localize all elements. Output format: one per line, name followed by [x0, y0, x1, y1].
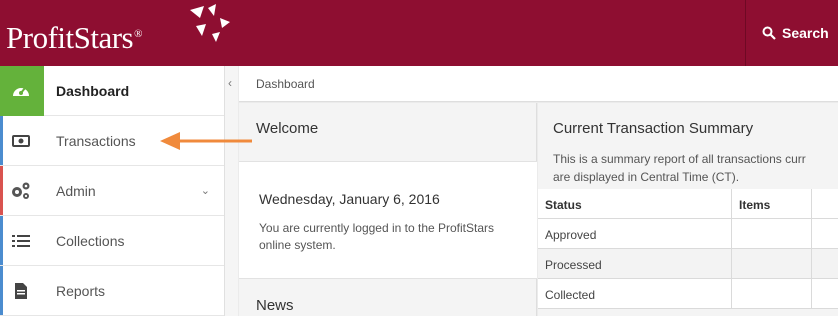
current-date: Wednesday, January 6, 2016: [259, 191, 440, 207]
cell: [812, 249, 838, 278]
column-header-items[interactable]: Items: [732, 189, 812, 218]
news-title: News: [256, 297, 294, 314]
summary-description: This is a summary report of all transact…: [553, 150, 838, 186]
dashboard-gauge-icon: [10, 80, 32, 102]
sidebar-item-dashboard[interactable]: Dashboard: [0, 66, 224, 116]
items-cell: [732, 279, 812, 308]
welcome-title: Welcome: [256, 120, 319, 137]
cell: [812, 279, 838, 308]
sidebar-item-admin[interactable]: Admin ⌄: [0, 166, 224, 216]
top-header: ProfitStars® Search: [0, 0, 838, 66]
breadcrumb-item[interactable]: Dashboard: [256, 77, 315, 91]
summary-table: Status Items Approved Processed Collecte…: [538, 189, 838, 309]
sidebar-item-label: Reports: [56, 282, 106, 299]
welcome-panel: Welcome Wednesday, January 6, 2016 You a…: [239, 103, 537, 316]
table-row[interactable]: Processed: [538, 249, 838, 279]
summary-title: Current Transaction Summary: [553, 120, 754, 137]
item-accent: [0, 216, 3, 265]
profitstars-logo[interactable]: ProfitStars®: [6, 20, 142, 56]
table-header-row: Status Items: [538, 189, 838, 219]
money-icon: [10, 130, 32, 152]
sidebar-collapse-toggle[interactable]: ‹: [224, 66, 238, 316]
cell: [812, 219, 838, 248]
registered-mark: ®: [134, 27, 142, 40]
item-accent: [0, 116, 3, 165]
chevron-left-icon: ‹: [228, 76, 232, 90]
summary-desc-line: are displayed in Central Time (CT).: [553, 170, 740, 184]
sidebar-item-label: Collections: [56, 232, 125, 249]
sidebar-item-transactions[interactable]: Transactions: [0, 116, 224, 166]
sidebar-item-label: Transactions: [56, 132, 136, 149]
items-cell: [732, 219, 812, 248]
column-header-status[interactable]: Status: [538, 189, 732, 218]
welcome-message: You are currently logged in to the Profi…: [259, 221, 495, 252]
search-label: Search: [782, 25, 829, 41]
list-icon: [10, 230, 32, 252]
sidebar-item-label: Dashboard: [56, 82, 130, 99]
sidebar-item-label: Admin: [56, 182, 96, 199]
brand-name: ProfitStars: [6, 20, 134, 55]
summary-desc-line: This is a summary report of all transact…: [553, 152, 806, 166]
search-button[interactable]: Search: [745, 0, 838, 66]
status-cell: Collected: [538, 279, 732, 308]
transaction-summary-panel: Current Transaction Summary This is a su…: [538, 103, 838, 316]
item-accent: [0, 166, 3, 215]
chevron-down-icon[interactable]: ⌄: [201, 184, 210, 197]
document-icon: [10, 280, 32, 302]
table-row[interactable]: Collected: [538, 279, 838, 309]
status-cell: Processed: [538, 249, 732, 278]
status-cell: Approved: [538, 219, 732, 248]
item-accent: [0, 266, 3, 315]
table-row[interactable]: Approved: [538, 219, 838, 249]
welcome-body: Wednesday, January 6, 2016 You are curre…: [239, 161, 537, 279]
search-icon: [762, 26, 776, 40]
gears-icon: [10, 180, 32, 202]
sidebar-item-collections[interactable]: Collections: [0, 216, 224, 266]
sidebar: Dashboard Transactions Admin ⌄ Collectio…: [0, 66, 238, 316]
items-cell: [732, 249, 812, 278]
stars-logo-icon: [190, 4, 230, 42]
column-header: [812, 189, 838, 218]
breadcrumb: Dashboard: [239, 66, 838, 102]
sidebar-item-reports[interactable]: Reports: [0, 266, 224, 316]
